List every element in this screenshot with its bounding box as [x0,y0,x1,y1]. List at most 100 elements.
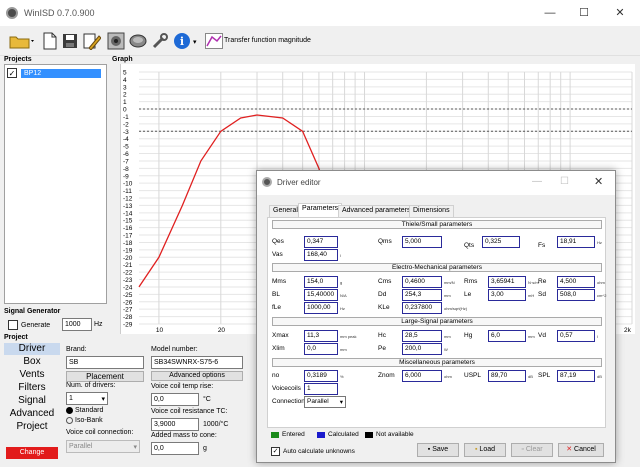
tools-icon[interactable] [150,30,170,52]
param-label-no: no [272,372,280,379]
list-item[interactable]: ✓ BP12 [7,67,106,79]
change-button[interactable]: Change [6,447,58,459]
param-field-spl[interactable]: 87,19 [557,370,595,382]
param-label-hc: Hc [378,332,386,339]
vc-temp-input[interactable]: 0,0 [151,393,199,406]
auto-calc-checkbox[interactable]: ✓ [271,447,280,456]
param-field-fle[interactable]: 1000,00 [304,302,338,314]
chevron-down-icon[interactable]: ▾ [193,38,197,46]
model-input[interactable]: SB34SWNRX-S75-6 [151,356,243,369]
param-field-vd[interactable]: 0,57 [557,330,595,342]
param-field-pe[interactable]: 200,0 [402,343,442,355]
tab-dimensions[interactable]: Dimensions [409,205,454,217]
speaker-icon[interactable] [128,30,148,52]
tab-general[interactable]: General [269,205,302,217]
y-tick-label: -2 [123,121,129,128]
param-unit-vd: l [597,334,598,339]
y-tick-label: -5 [123,144,129,151]
project-checkbox[interactable]: ✓ [7,68,17,78]
project-name[interactable]: BP12 [21,68,101,78]
y-tick-label: -18 [123,240,133,247]
param-field-xlim[interactable]: 0,0 [304,343,338,355]
auto-calc-toggle[interactable]: ✓ Auto calculate unknowns [271,447,355,456]
param-field-le[interactable]: 3,00 [488,289,526,301]
param-field-xmax[interactable]: 11,3 [304,330,338,342]
save-button[interactable]: ▪ Save [417,443,459,457]
transfer-function-icon[interactable] [204,30,224,52]
param-field-mms[interactable]: 154,0 [304,276,338,288]
added-mass-input[interactable]: 0,0 [151,442,199,455]
standard-radio[interactable]: Standard [66,407,103,414]
num-drivers-select[interactable]: 1 ▾ [66,392,108,405]
nav-box[interactable]: Box [4,356,60,367]
open-folder-icon[interactable] [8,30,36,52]
param-field-uspl[interactable]: 89,70 [488,370,526,382]
vc-tc-input[interactable]: 3,9000 [151,418,199,431]
param-field-re[interactable]: 4,500 [557,276,595,288]
param-field-qms[interactable]: 5,000 [402,236,442,248]
param-field-sd[interactable]: 508,0 [557,289,595,301]
iso-bank-radio[interactable]: Iso-Bank [66,417,103,424]
minimize-button[interactable]: — [540,4,560,22]
generate-toggle[interactable]: Generate [8,320,50,330]
tab-advanced-parameters[interactable]: Advanced parameters [338,205,415,217]
param-field-rms[interactable]: 3,65941 [488,276,526,288]
param-field-no[interactable]: 0,3189 [304,370,338,382]
generate-label: Generate [21,321,51,329]
edit-icon[interactable] [82,30,102,52]
tab-parameters[interactable]: Parameters [298,203,343,217]
driver-icon[interactable] [106,30,126,52]
graph-heading: Graph [112,56,133,63]
dialog-maximize-button[interactable]: ☐ [560,176,569,187]
param-label-fle: fLe [272,304,282,311]
frequency-input[interactable]: 1000 [62,318,92,331]
nav-advanced[interactable]: Advanced [4,408,60,419]
dialog-minimize-button[interactable]: — [532,176,542,187]
param-unit-mms: g [340,280,343,285]
param-unit-pe: W [444,347,448,352]
generate-checkbox[interactable] [8,320,18,330]
clear-button[interactable]: ▫ Clear [511,443,553,457]
entered-swatch [271,431,279,438]
param-field-fs[interactable]: 18,91 [557,236,595,248]
nav-vents[interactable]: Vents [4,369,60,380]
maximize-button[interactable]: ☐ [574,4,594,22]
nav-signal[interactable]: Signal [4,395,60,406]
brand-input[interactable]: SB [66,356,144,369]
nav-project[interactable]: Project [4,421,60,432]
new-document-icon[interactable] [40,30,60,52]
save-icon[interactable] [60,30,80,52]
param-field-bl[interactable]: 15,40000 [304,289,338,301]
cancel-button[interactable]: ✕ Cancel [558,443,604,457]
close-button[interactable]: ✕ [610,4,630,22]
param-field-hc[interactable]: 28,5 [402,330,442,342]
load-button[interactable]: ▪ Load [464,443,506,457]
info-icon[interactable]: i [172,30,192,52]
param-label-mms: Mms [272,278,287,285]
param-field-hg[interactable]: 6,0 [488,330,526,342]
advanced-options-button[interactable]: Advanced options [151,371,243,381]
param-unit-kle: ohm/sqrt(Hz) [444,306,468,311]
param-field-qts[interactable]: 0,325 [482,236,520,248]
param-field-qes[interactable]: 0,347 [304,236,338,248]
param-field-dd[interactable]: 254,3 [402,289,442,301]
param-label-vas: Vas [272,251,283,258]
param-field-kle[interactable]: 0,237800 [402,302,442,314]
save-icon: ▪ [427,446,431,453]
nav-filters[interactable]: Filters [4,382,60,393]
y-tick-label: -13 [123,203,133,210]
param-field-znom[interactable]: 6,000 [402,370,442,382]
transfer-function-label[interactable]: Transfer function magnitude [224,37,311,44]
param-label-qes: Qes [272,238,284,245]
projects-list[interactable]: ✓ BP12 [4,64,107,304]
y-tick-label: -27 [123,307,133,314]
param-field-voicecoils[interactable]: 1 [304,383,338,395]
param-field-cms[interactable]: 0,4600 [402,276,442,288]
param-unit-fle: Hz [340,306,345,311]
param-field-vas[interactable]: 168,40 [304,249,338,261]
legend-not-available: Not available [365,431,414,438]
dialog-close-button[interactable]: ✕ [594,175,603,188]
param-field-connection[interactable]: Parallel ▾ [304,396,346,408]
nav-driver[interactable]: Driver [4,343,60,354]
placement-button[interactable]: Placement [66,371,144,382]
